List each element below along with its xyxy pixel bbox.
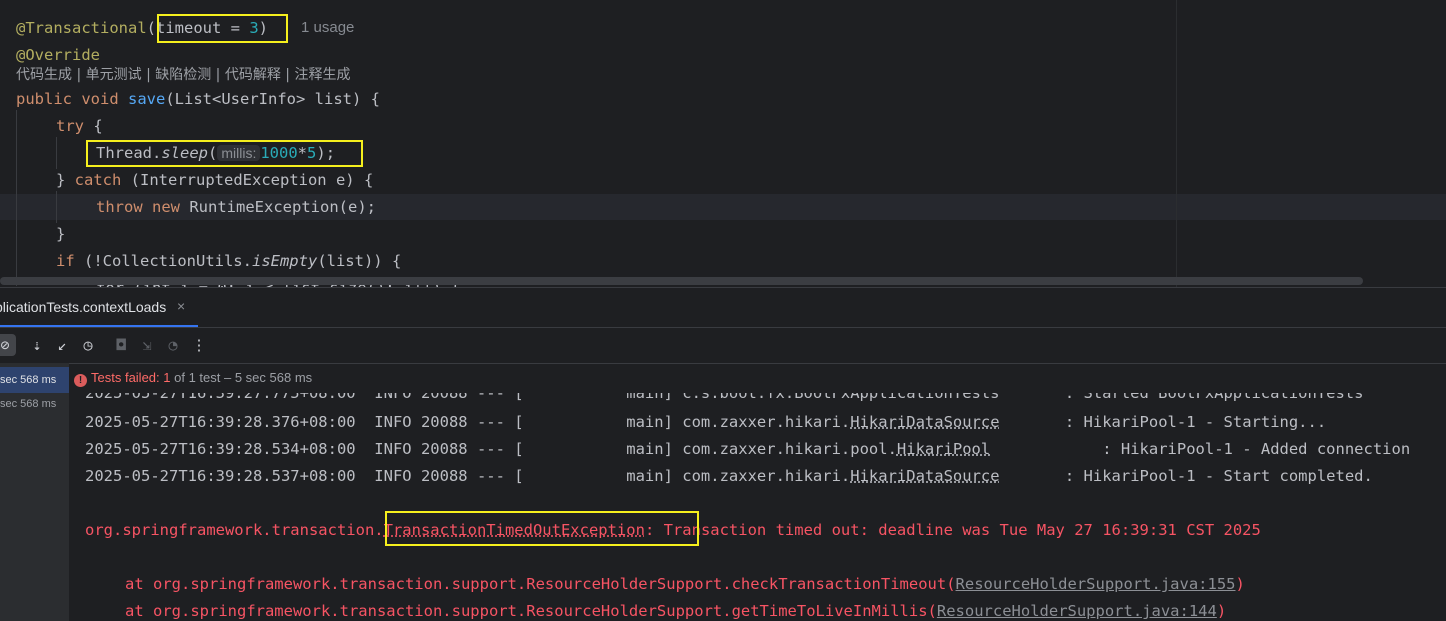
import-icon[interactable]: ⇲ (136, 334, 158, 356)
usage-hint[interactable]: 1 usage (301, 15, 354, 41)
highlight-box-exception (385, 511, 699, 546)
test-tree-row[interactable]: sec 568 ms (0, 367, 69, 393)
source-file-link[interactable]: ResourceHolderSupport.java:155 (956, 575, 1236, 593)
tab-label: plicationTests.contextLoads (0, 299, 167, 315)
horizontal-scrollbar[interactable] (0, 277, 1363, 285)
tab-run-contextloads[interactable]: plicationTests.contextLoads × (0, 288, 198, 328)
test-status-bar: ! Tests failed: 1 of 1 test – 5 sec 568 m… (0, 363, 1446, 394)
close-icon[interactable]: × (177, 298, 185, 314)
speed-icon[interactable]: ◔ (162, 334, 184, 356)
camera-icon[interactable]: ◘ (110, 334, 132, 356)
error-icon: ! (74, 374, 87, 387)
log-line: 2025-05-27T16:39:28.537+08:00 INFO 20088… (85, 467, 1373, 485)
right-margin-guide (1176, 0, 1177, 287)
log-line: 2025-05-27T16:39:28.534+08:00 INFO 20088… (85, 440, 1411, 458)
highlight-box-sleep (86, 140, 363, 167)
indent-guide (56, 137, 57, 169)
console-output[interactable]: 2025-05-27T16:39:27.775+08:00 INFO 20088… (69, 393, 1446, 621)
stack-trace-line: at org.springframework.transaction.suppo… (125, 575, 1245, 593)
stop-rerun-icon[interactable]: ⊘ (0, 334, 16, 356)
stack-trace-line: at org.springframework.transaction.suppo… (125, 602, 1227, 620)
history-icon[interactable]: ◷ (77, 334, 99, 356)
code-line-try: try { (56, 117, 103, 135)
code-line-if: if (!CollectionUtils.isEmpty(list)) { (56, 252, 402, 270)
code-line-throw: throw new RuntimeException(e); (96, 198, 376, 216)
test-tree-row[interactable]: sec 568 ms (0, 391, 69, 417)
test-tree: sec 568 ms sec 568 ms (0, 363, 69, 621)
collapse-icon[interactable]: ↙ (51, 334, 73, 356)
source-file-link[interactable]: ResourceHolderSupport.java:144 (937, 602, 1217, 620)
sort-alpha-icon[interactable]: ⇣ (26, 334, 48, 356)
tests-failed-message: ! Tests failed: 1 of 1 test – 5 sec 568 m… (74, 370, 312, 387)
code-line-method-signature: public void save(List<UserInfo> list) { (16, 90, 380, 108)
ai-code-actions[interactable]: 代码生成 | 单元测试 | 缺陷检测 | 代码解释 | 注释生成 (16, 62, 350, 88)
code-line-catch: } catch (InterruptedException e) { (56, 171, 374, 189)
highlight-box-timeout (157, 14, 288, 43)
run-tab-bar: plicationTests.contextLoads × (0, 287, 1446, 328)
indent-guide (56, 191, 57, 223)
more-icon[interactable]: ⋮ (188, 334, 210, 356)
log-line: 2025-05-27T16:39:28.376+08:00 INFO 20088… (85, 413, 1327, 431)
indent-guide (16, 110, 17, 286)
code-editor[interactable]: @Transactional(timeout = 3) 1 usage @Ove… (0, 0, 1446, 287)
run-toolbar: ⊘ ⇣ ↙ ◷ ◘ ⇲ ◔ ⋮ (0, 327, 1446, 364)
log-line-partial: 2025-05-27T16:39:27.775+08:00 INFO 20088… (85, 393, 1364, 402)
code-line-close-brace: } (56, 225, 66, 243)
